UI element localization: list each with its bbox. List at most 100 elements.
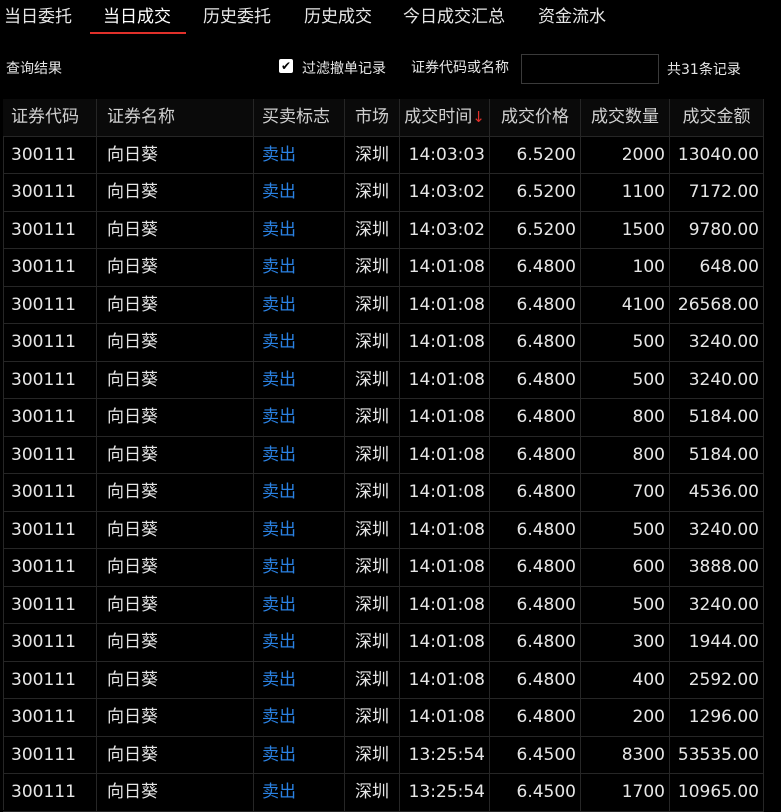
header-code[interactable]: 证券代码	[3, 99, 97, 137]
cell-side: 卖出	[254, 511, 345, 549]
cell-code: 300111	[3, 136, 97, 174]
cell-market: 深圳	[345, 586, 400, 624]
cell-time: 14:01:08	[400, 549, 490, 587]
table-row[interactable]: 300111 向日葵 卖出 深圳 14:01:08 6.4800 600 3888.00	[3, 549, 764, 587]
table-row[interactable]: 300111 向日葵 卖出 深圳 14:01:08 6.4800 500 3240.00	[3, 511, 764, 549]
query-result-title: 查询结果	[6, 61, 62, 77]
cell-code: 300111	[3, 361, 97, 399]
header-side[interactable]: 买卖标志	[254, 99, 345, 137]
cell-name: 向日葵	[97, 511, 254, 549]
cell-name: 向日葵	[97, 324, 254, 362]
header-amount[interactable]: 成交金额	[670, 99, 764, 137]
header-price[interactable]: 成交价格	[490, 99, 581, 137]
tab-bar: 当日委托 当日成交 历史委托 历史成交 今日成交汇总 资金流水	[0, 0, 781, 36]
table-row[interactable]: 300111 向日葵 卖出 深圳 14:01:08 6.4800 400 2592.00	[3, 661, 764, 699]
header-time[interactable]: 成交时间↓	[400, 99, 490, 137]
table-row[interactable]: 300111 向日葵 卖出 深圳 14:03:02 6.5200 1100 7172.00	[3, 174, 764, 212]
table-row[interactable]: 300111 向日葵 卖出 深圳 14:01:08 6.4800 700 4536.00	[3, 474, 764, 512]
cell-price: 6.4800	[490, 324, 581, 362]
header-market[interactable]: 市场	[345, 99, 400, 137]
cell-amount: 3240.00	[670, 361, 764, 399]
cell-code: 300111	[3, 286, 97, 324]
cell-market: 深圳	[345, 774, 400, 812]
cell-amount: 9780.00	[670, 211, 764, 249]
cell-side: 卖出	[254, 736, 345, 774]
cell-time: 14:03:02	[400, 211, 490, 249]
tab-trade-summary[interactable]: 今日成交汇总	[403, 0, 505, 34]
tab-today-trades[interactable]: 当日成交	[103, 0, 171, 34]
cell-name: 向日葵	[97, 361, 254, 399]
filter-cancel-label[interactable]: 过滤撤单记录	[302, 58, 386, 78]
cell-market: 深圳	[345, 286, 400, 324]
cell-time: 14:01:08	[400, 324, 490, 362]
cell-amount: 4536.00	[670, 474, 764, 512]
security-search-input[interactable]	[521, 54, 659, 84]
record-count: 共31条记录	[667, 62, 741, 78]
cell-price: 6.4800	[490, 436, 581, 474]
cell-code: 300111	[3, 586, 97, 624]
cell-name: 向日葵	[97, 774, 254, 812]
cell-price: 6.4800	[490, 586, 581, 624]
tab-fund-flow[interactable]: 资金流水	[538, 0, 606, 34]
cell-price: 6.4800	[490, 624, 581, 662]
tab-history-orders[interactable]: 历史委托	[203, 0, 271, 34]
table-row[interactable]: 300111 向日葵 卖出 深圳 14:01:08 6.4800 200 1296.00	[3, 699, 764, 737]
tab-history-trades[interactable]: 历史成交	[304, 0, 372, 34]
header-quantity[interactable]: 成交数量	[581, 99, 670, 137]
cell-time: 14:01:08	[400, 286, 490, 324]
cell-quantity: 500	[581, 586, 670, 624]
cell-market: 深圳	[345, 736, 400, 774]
cell-quantity: 500	[581, 324, 670, 362]
table-header: 证券代码 证券名称 买卖标志 市场 成交时间↓ 成交价格 成交数量 成交金额	[3, 99, 764, 137]
cell-amount: 3888.00	[670, 549, 764, 587]
table-row[interactable]: 300111 向日葵 卖出 深圳 14:01:08 6.4800 500 3240.00	[3, 361, 764, 399]
cell-price: 6.4800	[490, 286, 581, 324]
cell-code: 300111	[3, 511, 97, 549]
table-row[interactable]: 300111 向日葵 卖出 深圳 14:01:08 6.4800 500 3240.00	[3, 324, 764, 362]
cell-name: 向日葵	[97, 174, 254, 212]
search-label: 证券代码或名称	[411, 60, 509, 76]
cell-name: 向日葵	[97, 136, 254, 174]
cell-amount: 3240.00	[670, 324, 764, 362]
cell-time: 14:01:08	[400, 699, 490, 737]
cell-price: 6.5200	[490, 174, 581, 212]
cell-code: 300111	[3, 174, 97, 212]
table-row[interactable]: 300111 向日葵 卖出 深圳 14:01:08 6.4800 4100 26568.00	[3, 286, 764, 324]
cell-market: 深圳	[345, 249, 400, 287]
cell-amount: 1296.00	[670, 699, 764, 737]
cell-amount: 10965.00	[670, 774, 764, 812]
cell-side: 卖出	[254, 324, 345, 362]
table-row[interactable]: 300111 向日葵 卖出 深圳 14:01:08 6.4800 100 648.00	[3, 249, 764, 287]
tab-today-orders[interactable]: 当日委托	[4, 0, 72, 34]
cell-quantity: 500	[581, 511, 670, 549]
cell-side: 卖出	[254, 249, 345, 287]
cell-side: 卖出	[254, 174, 345, 212]
table-row[interactable]: 300111 向日葵 卖出 深圳 14:03:02 6.5200 1500 9780.00	[3, 211, 764, 249]
cell-side: 卖出	[254, 136, 345, 174]
cell-side: 卖出	[254, 774, 345, 812]
cell-price: 6.4500	[490, 736, 581, 774]
header-name[interactable]: 证券名称	[97, 99, 254, 137]
cell-code: 300111	[3, 399, 97, 437]
cell-side: 卖出	[254, 399, 345, 437]
filter-cancel-checkbox[interactable]: ✔	[279, 59, 293, 73]
cell-price: 6.4800	[490, 474, 581, 512]
table-row[interactable]: 300111 向日葵 卖出 深圳 14:01:08 6.4800 500 3240.00	[3, 586, 764, 624]
cell-side: 卖出	[254, 474, 345, 512]
table-row[interactable]: 300111 向日葵 卖出 深圳 14:03:03 6.5200 2000 13040.00	[3, 136, 764, 174]
cell-side: 卖出	[254, 361, 345, 399]
cell-code: 300111	[3, 436, 97, 474]
cell-quantity: 2000	[581, 136, 670, 174]
header-time-label: 成交时间	[404, 107, 473, 127]
table-row[interactable]: 300111 向日葵 卖出 深圳 14:01:08 6.4800 800 5184.00	[3, 399, 764, 437]
cell-code: 300111	[3, 736, 97, 774]
table-row[interactable]: 300111 向日葵 卖出 深圳 14:01:08 6.4800 800 5184.00	[3, 436, 764, 474]
table-row[interactable]: 300111 向日葵 卖出 深圳 13:25:54 6.4500 8300 53535.00	[3, 736, 764, 774]
cell-code: 300111	[3, 324, 97, 362]
table-row[interactable]: 300111 向日葵 卖出 深圳 14:01:08 6.4800 300 1944.00	[3, 624, 764, 662]
cell-price: 6.4800	[490, 511, 581, 549]
cell-quantity: 1500	[581, 211, 670, 249]
cell-quantity: 8300	[581, 736, 670, 774]
table-row[interactable]: 300111 向日葵 卖出 深圳 13:25:54 6.4500 1700 10965.00	[3, 774, 764, 812]
cell-amount: 1944.00	[670, 624, 764, 662]
